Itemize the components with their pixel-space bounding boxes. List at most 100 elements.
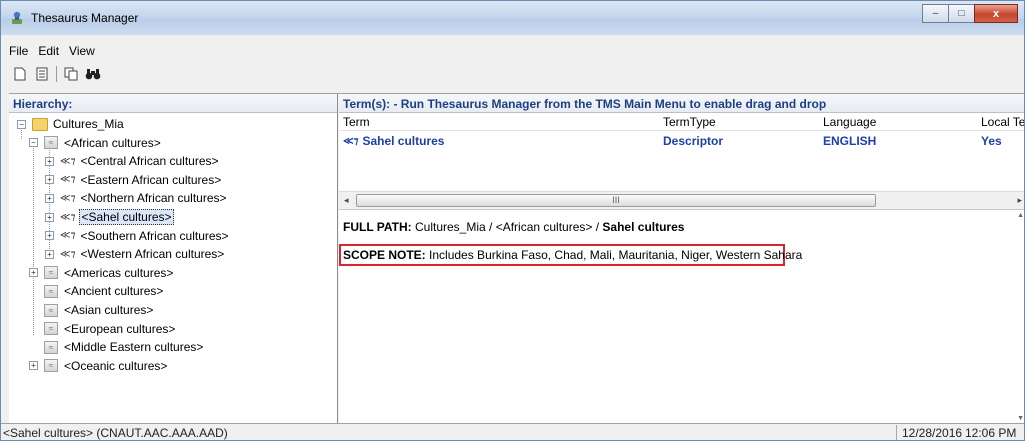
descriptor-icon: ≪⁊ [60, 248, 76, 260]
expand-icon[interactable]: + [45, 156, 54, 166]
tree-node[interactable]: ≈ <Asian cultures> [29, 301, 154, 319]
terms-grid-header: Term TermType Language Local Ter [339, 113, 1024, 131]
hierarchy-pane: Hierarchy: − Cultures_Mia − ≈ <African cultu… [9, 94, 338, 423]
tree-node[interactable]: ≈ <Middle Eastern cultures> [29, 338, 204, 356]
scope-note-text: Includes Burkina Faso, Chad, Mali, Mauri… [429, 248, 803, 262]
scroll-up-icon[interactable]: ▲ [1017, 212, 1024, 219]
expand-icon[interactable]: + [29, 361, 38, 371]
menu-edit[interactable]: Edit [38, 44, 59, 58]
expand-icon[interactable]: + [45, 193, 54, 203]
tree-node-label-selected: <Sahel cultures> [79, 209, 174, 225]
thesaurus-app-icon [12, 11, 22, 24]
full-path-label: FULL PATH: [343, 220, 412, 234]
tree-node-label: <Americas cultures> [64, 265, 174, 280]
tree-node[interactable]: + ≪⁊ <Central African cultures> [45, 152, 220, 170]
tree-node[interactable]: ≈ <Ancient cultures> [29, 282, 164, 300]
column-local-term[interactable]: Local Ter [981, 115, 1024, 129]
status-date: 12/28/2016 [902, 426, 963, 440]
cell-term: ≪⁊ Sahel cultures [343, 134, 444, 148]
tree-node[interactable]: + ≈ <Oceanic cultures> [29, 357, 168, 375]
scroll-left-icon[interactable]: ◂ [344, 195, 349, 206]
descriptor-icon: ≪⁊ [60, 192, 76, 204]
status-bar: <Sahel cultures> (CNAUT.AAC.AAA.AAD) 12/… [1, 423, 1024, 440]
guide-term-icon: ≈ [44, 322, 58, 336]
column-language[interactable]: Language [823, 115, 876, 129]
tree-node-label: <European cultures> [64, 321, 176, 336]
tree-node[interactable]: ≈ <European cultures> [29, 320, 176, 338]
cell-termtype: Descriptor [663, 134, 724, 148]
cell-local-term: Yes [981, 134, 1002, 148]
tree-node[interactable]: + ≪⁊ <Western African cultures> [45, 245, 225, 263]
main-panes: Hierarchy: − Cultures_Mia − ≈ <African cultu… [9, 93, 1024, 423]
cell-term-text: Sahel cultures [362, 134, 445, 148]
descriptor-icon: ≪⁊ [343, 135, 359, 147]
tree-node[interactable]: + ≈ <Americas cultures> [29, 264, 174, 282]
expand-icon[interactable]: + [45, 212, 54, 222]
menu-file[interactable]: File [9, 44, 28, 58]
horizontal-scrollbar[interactable]: ◂ III ▸ [339, 191, 1024, 209]
full-path: FULL PATH: Cultures_Mia / <African cultu… [343, 220, 684, 234]
expand-icon[interactable]: + [29, 268, 38, 278]
expand-icon[interactable]: + [45, 231, 54, 241]
table-row[interactable]: ≪⁊ Sahel cultures Descriptor ENGLISH Yes [339, 132, 1024, 150]
maximize-button[interactable]: □ [948, 4, 975, 23]
scroll-down-icon[interactable]: ▼ [1017, 415, 1024, 422]
menu-bar: File Edit View [1, 41, 1024, 61]
properties-icon[interactable] [33, 65, 51, 83]
scroll-thumb[interactable]: III [356, 194, 876, 207]
descriptor-icon: ≪⁊ [60, 211, 76, 223]
tree-node-label: <Asian cultures> [64, 303, 154, 317]
guide-term-icon: ≈ [44, 340, 58, 354]
tree-node-label: <Ancient cultures> [64, 284, 164, 299]
guide-term-icon: ≈ [44, 284, 58, 298]
descriptor-icon: ≪⁊ [60, 155, 76, 167]
title-bar[interactable]: Thesaurus Manager – □ x [1, 1, 1024, 35]
hierarchy-header: Hierarchy: [9, 94, 337, 113]
tree-node[interactable]: + ≪⁊ <Eastern African cultures> [45, 171, 222, 189]
term-detail-panel: FULL PATH: Cultures_Mia / <African cultu… [339, 209, 1024, 423]
folder-icon [32, 117, 48, 131]
menu-view[interactable]: View [69, 44, 95, 58]
descriptor-icon: ≪⁊ [60, 174, 76, 186]
tree-node-label: <Western African cultures> [80, 247, 225, 262]
tree-node-label: <Eastern African cultures> [80, 172, 222, 187]
find-icon[interactable] [84, 65, 102, 83]
column-termtype[interactable]: TermType [663, 115, 716, 129]
expand-icon[interactable]: + [45, 249, 54, 259]
tree-node-label: <Central African cultures> [80, 154, 219, 169]
tree-node-label: <Oceanic cultures> [64, 358, 168, 373]
tree-node[interactable]: − Cultures_Mia [17, 115, 125, 133]
cell-language: ENGLISH [823, 134, 877, 148]
expand-icon[interactable]: + [45, 175, 54, 185]
tree-node[interactable]: + ≪⁊ <Northern African cultures> [45, 189, 228, 207]
tree-node[interactable]: − ≈ <African cultures> [29, 134, 162, 152]
scope-note-label: SCOPE NOTE: [343, 248, 426, 262]
collapse-icon[interactable]: − [17, 119, 26, 129]
vertical-scrollbar[interactable]: ▲ ▼ [1014, 210, 1024, 424]
column-term[interactable]: Term [343, 115, 370, 129]
guide-term-icon: ≈ [44, 303, 58, 317]
new-icon[interactable] [11, 65, 29, 83]
status-divider [896, 425, 897, 440]
app-window: Thesaurus Manager – □ x File Edit View H… [0, 0, 1025, 441]
tree-node-label: <Middle Eastern cultures> [64, 340, 204, 355]
scroll-right-icon[interactable]: ▸ [1017, 195, 1022, 206]
toolbar-separator [56, 66, 57, 82]
copy-icon[interactable] [62, 65, 80, 83]
scope-note: SCOPE NOTE: Includes Burkina Faso, Chad,… [343, 248, 802, 262]
tree-node-label: Cultures_Mia [53, 117, 124, 131]
tree-node[interactable]: + ≪⁊ <Sahel cultures> [45, 208, 174, 226]
collapse-icon[interactable]: − [29, 138, 38, 148]
toolbar [1, 61, 1024, 87]
tree-node-label: <Southern African cultures> [80, 228, 229, 243]
descriptor-icon: ≪⁊ [60, 230, 76, 242]
close-button[interactable]: x [974, 4, 1018, 23]
tree-node-label: <African cultures> [64, 135, 161, 150]
guide-term-icon: ≈ [44, 266, 58, 280]
terms-header: Term(s): - Run Thesaurus Manager from th… [339, 94, 1024, 113]
terms-pane: Term(s): - Run Thesaurus Manager from th… [339, 94, 1024, 423]
full-path-value: Cultures_Mia / <African cultures> / [415, 220, 600, 234]
minimize-button[interactable]: – [922, 4, 949, 23]
tree-node[interactable]: + ≪⁊ <Southern African cultures> [45, 227, 230, 245]
status-time: 12:06 PM [965, 426, 1017, 440]
